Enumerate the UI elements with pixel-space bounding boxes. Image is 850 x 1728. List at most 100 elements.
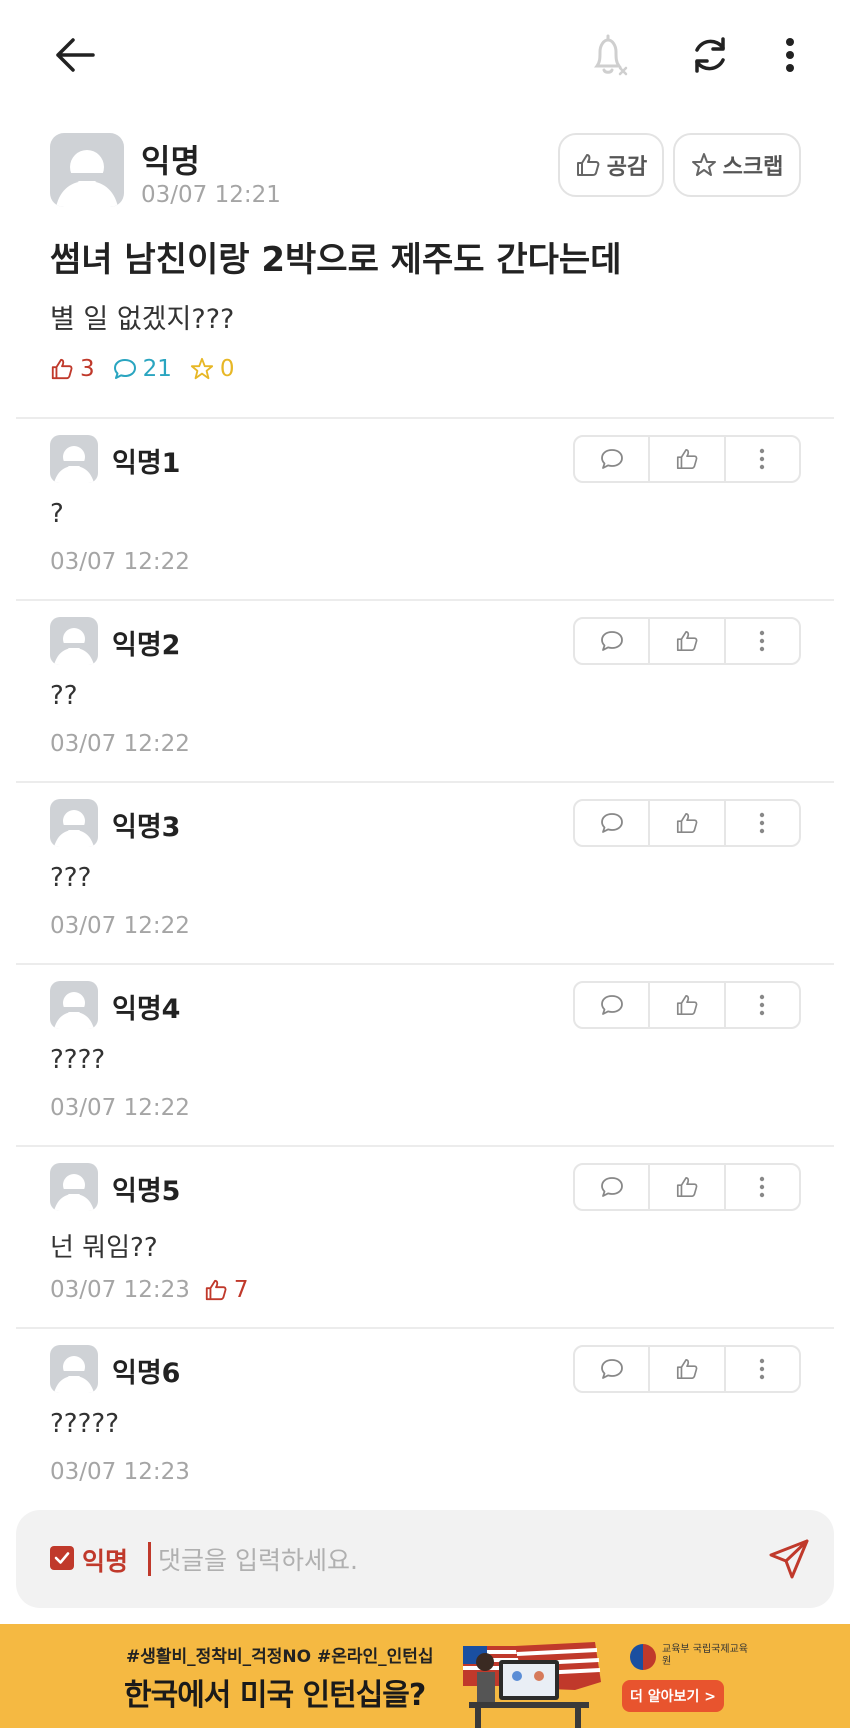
government-logo-icon [630,1644,656,1670]
comment-timestamp: 03/07 12:23 [50,1277,190,1303]
refresh-button[interactable] [685,30,735,80]
notification-off-button[interactable] [585,30,635,80]
comment-like-button[interactable] [650,619,726,663]
post-like-count: 3 [50,356,95,382]
more-vertical-icon [760,812,765,834]
comment-meta: 03/07 12:23 7 [50,1277,249,1303]
comment-avatar [50,1163,98,1211]
comment-bubble-icon [600,631,623,651]
comment-timestamp: 03/07 12:23 [50,1459,190,1485]
post-author-avatar [50,133,124,207]
comment-meta: 03/07 12:22 [50,913,190,939]
ad-cta-button[interactable]: 더 알아보기 > [622,1680,724,1712]
comment-more-button[interactable] [726,801,799,845]
ad-banner[interactable]: #생활비_정착비_걱정NO #온라인_인턴십 한국에서 미국 인턴십을? 교육부… [0,1624,850,1728]
comment-more-button[interactable] [726,1347,799,1391]
comment-count-value: 21 [142,356,172,382]
comment-bubble-icon [113,359,136,379]
anonymous-label[interactable]: 익명 [82,1542,128,1578]
more-vertical-icon [760,448,765,470]
reply-button[interactable] [575,801,651,845]
comment-timestamp: 03/07 12:22 [50,913,190,939]
default-avatar-icon [54,446,94,483]
reply-button[interactable] [575,619,651,663]
reply-button[interactable] [575,437,651,481]
comment-bubble-icon [600,813,623,833]
more-vertical-icon [760,1176,765,1198]
more-options-button[interactable] [770,30,810,80]
comment-item: 익명6 ????? 03/07 12:23 [0,1329,850,1509]
post-scrap-count: 0 [190,356,235,382]
bell-off-icon [594,34,628,76]
comment-bubble-icon [600,1359,623,1379]
anonymous-checkbox[interactable] [50,1546,74,1570]
comment-like-button[interactable] [650,983,726,1027]
comment-meta: 03/07 12:22 [50,549,190,575]
default-avatar-icon [54,1356,94,1393]
thumbs-up-icon [676,994,698,1016]
default-avatar-icon [54,992,94,1029]
comment-author: 익명6 [112,1358,181,1389]
send-button[interactable] [764,1534,814,1584]
comment-item: 익명4 ???? 03/07 12:22 [0,965,850,1145]
comment-author: 익명5 [112,1176,181,1207]
comment-body: ? [50,499,64,529]
comment-author: 익명4 [112,994,181,1025]
comment-more-button[interactable] [726,1165,799,1209]
post-scrap-label: 스크랩 [722,155,784,180]
comment-item: 익명3 ??? 03/07 12:22 [0,783,850,963]
post-timestamp: 03/07 12:21 [141,182,281,208]
post-scrap-button[interactable]: 스크랩 [673,133,801,197]
comment-more-button[interactable] [726,437,799,481]
post-body: 별 일 없겠지??? [50,304,235,335]
comment-like-button[interactable] [650,437,726,481]
checkmark-icon [54,1552,70,1564]
comment-timestamp: 03/07 12:22 [50,549,190,575]
comment-timestamp: 03/07 12:22 [50,1095,190,1121]
comment-item: 익명5 넌 뭐임?? 03/07 12:23 7 [0,1147,850,1327]
comment-input[interactable] [156,1536,720,1584]
comment-like-value: 7 [233,1277,249,1303]
reply-button[interactable] [575,1165,651,1209]
comment-body: ????? [50,1409,119,1439]
star-icon [691,153,716,176]
comment-more-button[interactable] [726,983,799,1027]
reply-button[interactable] [575,1347,651,1391]
thumbs-up-icon [676,812,698,834]
comment-item: 익명1 ? 03/07 12:22 [0,419,850,599]
comment-actions [573,1345,801,1393]
comment-avatar [50,981,98,1029]
comment-avatar [50,617,98,665]
comment-meta: 03/07 12:22 [50,1095,190,1121]
more-vertical-icon [760,994,765,1016]
comment-body: ?? [50,681,78,711]
comment-meta: 03/07 12:22 [50,731,190,757]
comment-like-button[interactable] [650,801,726,845]
ad-hashtags: #생활비_정착비_걱정NO #온라인_인턴십 [126,1647,434,1667]
comment-more-button[interactable] [726,619,799,663]
comment-like-button[interactable] [650,1347,726,1391]
thumbs-up-icon [676,448,698,470]
comment-author: 익명3 [112,812,181,843]
post-author-name: 익명 [141,142,200,180]
reply-button[interactable] [575,983,651,1027]
scrap-count-value: 0 [219,356,235,382]
post-like-label: 공감 [606,155,648,180]
comment-like-count: 7 [204,1277,249,1303]
comment-meta: 03/07 12:23 [50,1459,190,1485]
thumbs-up-icon [676,1176,698,1198]
post-like-button[interactable]: 공감 [558,133,664,197]
star-icon [190,357,213,380]
comment-actions [573,1163,801,1211]
comment-bubble-icon [600,1177,623,1197]
comment-body: ??? [50,863,92,893]
comment-timestamp: 03/07 12:22 [50,731,190,757]
comment-bubble-icon [600,449,623,469]
comment-actions [573,617,801,665]
top-bar [0,0,850,120]
post-title: 썸녀 남친이랑 2박으로 제주도 간다는데 [50,240,622,280]
back-button[interactable] [50,30,100,80]
comment-like-button[interactable] [650,1165,726,1209]
ad-illustration-image [463,1642,601,1728]
comment-author: 익명2 [112,630,181,661]
